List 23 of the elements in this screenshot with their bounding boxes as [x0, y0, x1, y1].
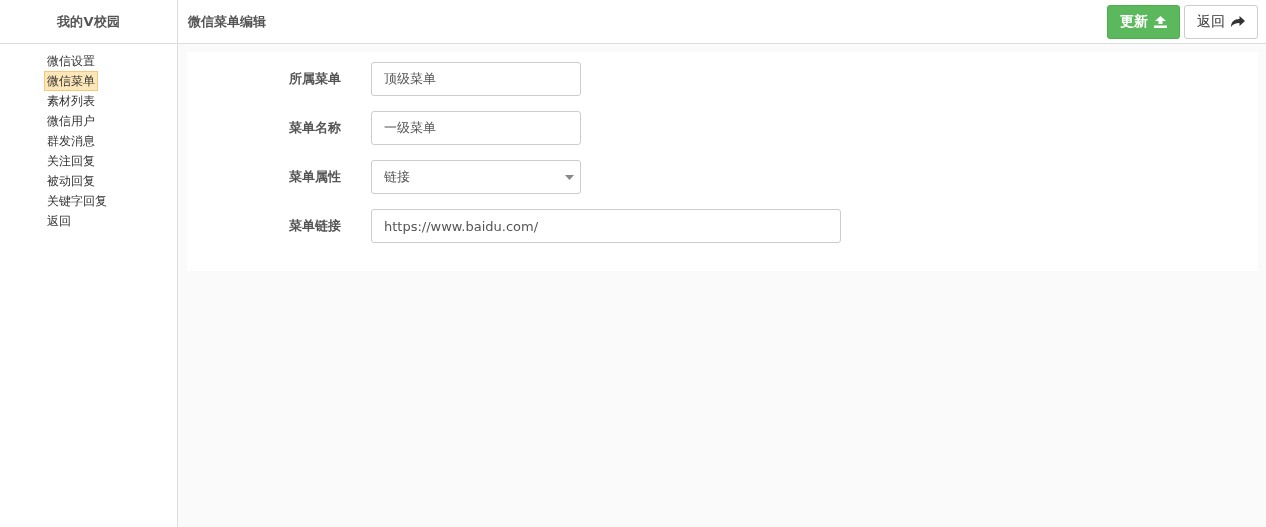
sidebar-item[interactable]: 群发消息 [44, 131, 98, 151]
share-arrow-icon [1231, 15, 1245, 28]
sidebar-item[interactable]: 微信菜单 [44, 71, 98, 91]
sidebar-item[interactable]: 微信设置 [44, 51, 98, 71]
field-label: 菜单属性 [288, 168, 341, 186]
select-field[interactable]: 链接 [371, 160, 581, 194]
field-label: 菜单名称 [288, 119, 341, 137]
dropdown-caret-icon [565, 174, 574, 180]
sidebar-item[interactable]: 被动回复 [44, 171, 98, 191]
text-field[interactable]: https://www.baidu.com/ [371, 209, 841, 243]
sidebar-item[interactable]: 关键字回复 [44, 191, 110, 211]
text-field[interactable]: 顶级菜单 [371, 62, 581, 96]
page-title: 微信菜单编辑 [188, 12, 266, 31]
sidebar-item[interactable]: 素材列表 [44, 91, 98, 111]
field-label: 所属菜单 [288, 70, 341, 88]
sidebar-item[interactable]: 关注回复 [44, 151, 98, 171]
text-field[interactable]: 一级菜单 [371, 111, 581, 145]
back-button[interactable]: 返回 [1184, 4, 1258, 39]
upload-icon [1154, 15, 1167, 28]
sidebar-item[interactable]: 微信用户 [44, 111, 98, 131]
sidebar-item[interactable]: 返回 [44, 211, 74, 231]
app-title: 我的V校园 [57, 12, 120, 31]
field-label: 菜单链接 [288, 217, 341, 235]
